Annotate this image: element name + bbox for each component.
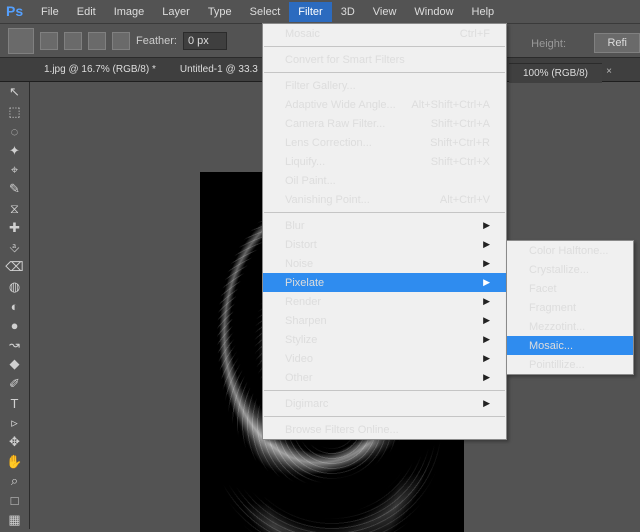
menu-item-mosaic-[interactable]: Mosaic... xyxy=(507,336,633,355)
tool-17[interactable]: ▹ xyxy=(4,413,26,431)
height-label: Height: xyxy=(531,38,566,50)
tool-21[interactable]: □ xyxy=(4,491,26,509)
close-icon[interactable]: × xyxy=(606,66,612,77)
menu-item-other[interactable]: Other▶ xyxy=(263,368,506,387)
menu-item-render[interactable]: Render▶ xyxy=(263,292,506,311)
tool-15[interactable]: ✐ xyxy=(4,375,26,393)
selection-intersect-icon[interactable] xyxy=(112,32,130,50)
tool-10[interactable]: ◍ xyxy=(4,277,26,295)
document-tab[interactable]: Untitled-1 @ 33.3 xyxy=(168,60,270,79)
menu-window[interactable]: Window xyxy=(405,2,462,22)
tool-9[interactable]: ⌫ xyxy=(4,258,26,276)
selection-subtract-icon[interactable] xyxy=(88,32,106,50)
menu-bar: FileEditImageLayerTypeSelectFilter3DView… xyxy=(0,0,640,24)
menu-item-mosaic[interactable]: MosaicCtrl+F xyxy=(263,24,506,43)
menu-layer[interactable]: Layer xyxy=(153,2,199,22)
menu-item-noise[interactable]: Noise▶ xyxy=(263,254,506,273)
menu-item-color-halftone-[interactable]: Color Halftone... xyxy=(507,241,633,260)
menu-file[interactable]: File xyxy=(32,2,68,22)
tool-16[interactable]: T xyxy=(4,394,26,412)
document-tab[interactable]: 1.jpg @ 16.7% (RGB/8) * xyxy=(32,60,168,79)
tool-12[interactable]: ● xyxy=(4,316,26,334)
tool-19[interactable]: ✋ xyxy=(4,452,26,470)
menu-item-distort[interactable]: Distort▶ xyxy=(263,235,506,254)
menu-help[interactable]: Help xyxy=(463,2,504,22)
menu-3d[interactable]: 3D xyxy=(332,2,364,22)
menu-item-mezzotint-[interactable]: Mezzotint... xyxy=(507,317,633,336)
menu-item-stylize[interactable]: Stylize▶ xyxy=(263,330,506,349)
tool-8[interactable]: ⎀ xyxy=(4,239,26,257)
tool-6[interactable]: ⧖ xyxy=(4,200,26,218)
refine-edge-button[interactable]: Refi xyxy=(594,33,640,53)
menu-item-filter-gallery-[interactable]: Filter Gallery... xyxy=(263,76,506,95)
tool-preset-button[interactable] xyxy=(8,28,34,54)
menu-image[interactable]: Image xyxy=(105,2,154,22)
menu-item-fragment[interactable]: Fragment xyxy=(507,298,633,317)
menu-item-facet[interactable]: Facet xyxy=(507,279,633,298)
menu-item-adaptive-wide-angle-[interactable]: Adaptive Wide Angle...Alt+Shift+Ctrl+A xyxy=(263,95,506,114)
feather-label: Feather: xyxy=(136,35,177,47)
tool-2[interactable]: ◌ xyxy=(4,122,26,140)
tool-11[interactable]: ◐ xyxy=(4,297,26,315)
tool-5[interactable]: ✎ xyxy=(4,180,26,198)
menu-item-lens-correction-[interactable]: Lens Correction...Shift+Ctrl+R xyxy=(263,133,506,152)
tools-panel: ↖⬚ ◌✦ ⌖✎ ⧖✚ ⎀⌫◍ ◐● ↝◆ ✐T▹ ✥✋ ⌕□ ▦ xyxy=(0,82,30,529)
filter-menu-dropdown: MosaicCtrl+F Convert for Smart Filters Fil… xyxy=(262,23,507,440)
menu-filter[interactable]: Filter xyxy=(289,2,331,22)
menu-item-vanishing-point-[interactable]: Vanishing Point...Alt+Ctrl+V xyxy=(263,190,506,209)
tool-1[interactable]: ⬚ xyxy=(4,102,26,120)
menu-item-browse-filters-online-[interactable]: Browse Filters Online... xyxy=(263,420,506,439)
tool-20[interactable]: ⌕ xyxy=(4,472,26,490)
selection-add-icon[interactable] xyxy=(64,32,82,50)
menu-item-pointillize-[interactable]: Pointillize... xyxy=(507,355,633,374)
tool-3[interactable]: ✦ xyxy=(4,141,26,159)
menu-item-convert-for-smart-filters: Convert for Smart Filters xyxy=(263,50,506,69)
menu-item-camera-raw-filter-[interactable]: Camera Raw Filter...Shift+Ctrl+A xyxy=(263,114,506,133)
pixelate-submenu: Color Halftone...Crystallize...FacetFrag… xyxy=(506,240,634,375)
menu-select[interactable]: Select xyxy=(241,2,290,22)
tool-13[interactable]: ↝ xyxy=(4,336,26,354)
feather-input[interactable] xyxy=(183,32,227,50)
tool-7[interactable]: ✚ xyxy=(4,219,26,237)
menu-view[interactable]: View xyxy=(364,2,406,22)
menu-item-sharpen[interactable]: Sharpen▶ xyxy=(263,311,506,330)
menu-item-pixelate[interactable]: Pixelate▶ xyxy=(263,273,506,292)
tool-22[interactable]: ▦ xyxy=(4,511,26,529)
menu-item-crystallize-[interactable]: Crystallize... xyxy=(507,260,633,279)
selection-new-icon[interactable] xyxy=(40,32,58,50)
menu-item-blur[interactable]: Blur▶ xyxy=(263,216,506,235)
tool-14[interactable]: ◆ xyxy=(4,355,26,373)
zoom-indicator-tab[interactable]: 100% (RGB/8) xyxy=(509,63,602,83)
menu-item-digimarc[interactable]: Digimarc▶ xyxy=(263,394,506,413)
tool-4[interactable]: ⌖ xyxy=(4,161,26,179)
menu-item-video[interactable]: Video▶ xyxy=(263,349,506,368)
menu-item-liquify-[interactable]: Liquify...Shift+Ctrl+X xyxy=(263,152,506,171)
menu-edit[interactable]: Edit xyxy=(68,2,105,22)
app-logo: Ps xyxy=(6,3,23,19)
menu-item-oil-paint-: Oil Paint... xyxy=(263,171,506,190)
tool-0[interactable]: ↖ xyxy=(4,83,26,101)
tool-18[interactable]: ✥ xyxy=(4,433,26,451)
menu-type[interactable]: Type xyxy=(199,2,241,22)
